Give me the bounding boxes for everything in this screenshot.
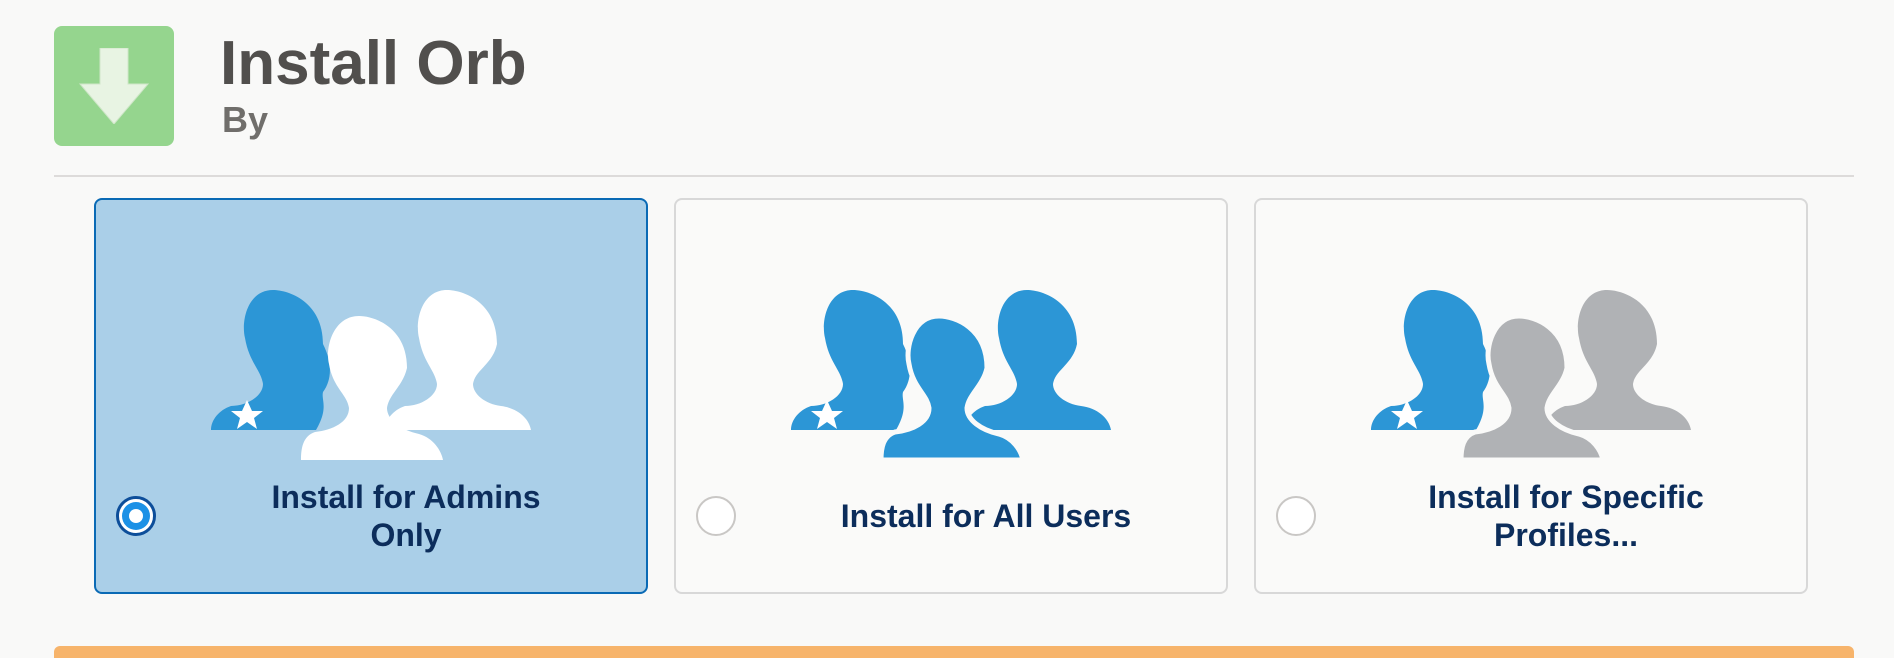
specific-profiles-label-text: Install for Specific Profiles... [1428, 479, 1704, 553]
all-users-label-text: Install for All Users [840, 498, 1132, 535]
header-divider [54, 175, 1854, 177]
specific-profiles-icon [1371, 290, 1691, 460]
publisher-label: By [222, 99, 269, 140]
admin-only-users-icon [211, 290, 531, 460]
install-option-specific-profiles[interactable]: Install for Specific Profiles... [1254, 198, 1808, 594]
app-install-icon [54, 26, 174, 146]
install-option-all-users[interactable]: Install for All Users [674, 198, 1228, 594]
admins-only-radio[interactable] [116, 496, 156, 536]
all-users-radio[interactable] [696, 496, 736, 536]
admins-only-label: Install for Admins Only [182, 479, 630, 554]
specific-profiles-radio[interactable] [1276, 496, 1316, 536]
install-option-admins-only[interactable]: Install for Admins Only [94, 198, 648, 594]
download-arrow-icon [78, 48, 150, 124]
warning-banner [54, 646, 1854, 658]
specific-profiles-label: Install for Specific Profiles... [1342, 479, 1790, 554]
admins-only-label-text: Install for Admins Only [271, 479, 541, 553]
all-users-icon [791, 290, 1111, 460]
install-header: Install Orb By [54, 26, 1854, 146]
page-title: Install Orb [220, 29, 527, 98]
all-users-label: Install for All Users [762, 480, 1210, 554]
